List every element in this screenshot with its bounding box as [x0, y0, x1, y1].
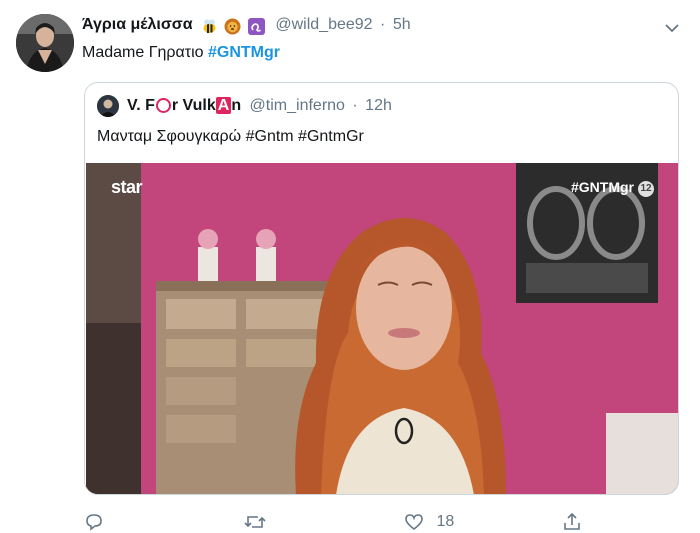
tweet[interactable]: Άγρια μέλισσα @wild_bee92 · 5h Madame Γη… [0, 0, 700, 533]
leo-sign-emoji [247, 18, 265, 36]
a-button-emoji: A [215, 97, 232, 114]
name-emojis [201, 18, 267, 36]
separator-dot: · [352, 97, 358, 114]
like-button[interactable]: 18 [404, 512, 454, 532]
quoted-tweet[interactable]: V. F r Vulk An @tim_inferno · 12h Μανταμ Σ… [84, 82, 679, 495]
quoted-name-part: V. F [127, 97, 155, 114]
reply-button[interactable] [84, 512, 104, 532]
hashtag-link[interactable]: #GNTMgr [208, 44, 280, 61]
display-name[interactable]: Άγρια μέλισσα [82, 16, 193, 33]
share-icon [564, 512, 580, 530]
separator-dot: · [380, 16, 386, 33]
tweet-text: Madame Γηρατιο #GNTMgr [82, 44, 280, 62]
bee-emoji [203, 19, 216, 34]
quoted-handle[interactable]: @tim_inferno [250, 97, 345, 114]
quoted-timestamp[interactable]: 12h [365, 97, 392, 114]
quoted-header: V. F r Vulk An @tim_inferno · 12h [127, 97, 392, 115]
retweet-button[interactable] [244, 512, 266, 532]
handle[interactable]: @wild_bee92 [275, 16, 372, 33]
retweet-icon [244, 516, 266, 528]
tweet-header: Άγρια μέλισσα @wild_bee92 · 5h [82, 16, 411, 36]
share-button[interactable] [562, 512, 582, 532]
quoted-name-part: r Vulk [171, 97, 216, 114]
timestamp[interactable]: 5h [393, 16, 411, 33]
action-bar: 18 [84, 512, 604, 532]
lion-emoji [224, 18, 241, 35]
video-still [86, 163, 678, 494]
like-count: 18 [436, 513, 455, 530]
quoted-name-part: n [231, 97, 242, 114]
chevron-down-icon[interactable] [662, 18, 682, 38]
reply-icon [86, 514, 102, 531]
avatar[interactable] [16, 14, 74, 72]
media-video-frame[interactable]: star #GNTMgr 12 [86, 163, 678, 494]
quoted-avatar[interactable] [97, 95, 119, 117]
tweet-text-body: Madame Γηρατιο [82, 44, 208, 61]
quoted-display-name[interactable]: V. F r Vulk An [127, 97, 241, 114]
hashtag-overlay-text: #GNTMgr [571, 179, 634, 195]
rating-badge: 12 [638, 181, 654, 197]
red-circle-emoji [155, 98, 171, 113]
channel-logo: star [111, 177, 143, 197]
hashtag-overlay: #GNTMgr 12 [571, 179, 654, 197]
quoted-text: Μανταμ Σφουγκαρώ #Gntm #GntmGr [97, 128, 364, 145]
heart-icon [405, 514, 423, 531]
